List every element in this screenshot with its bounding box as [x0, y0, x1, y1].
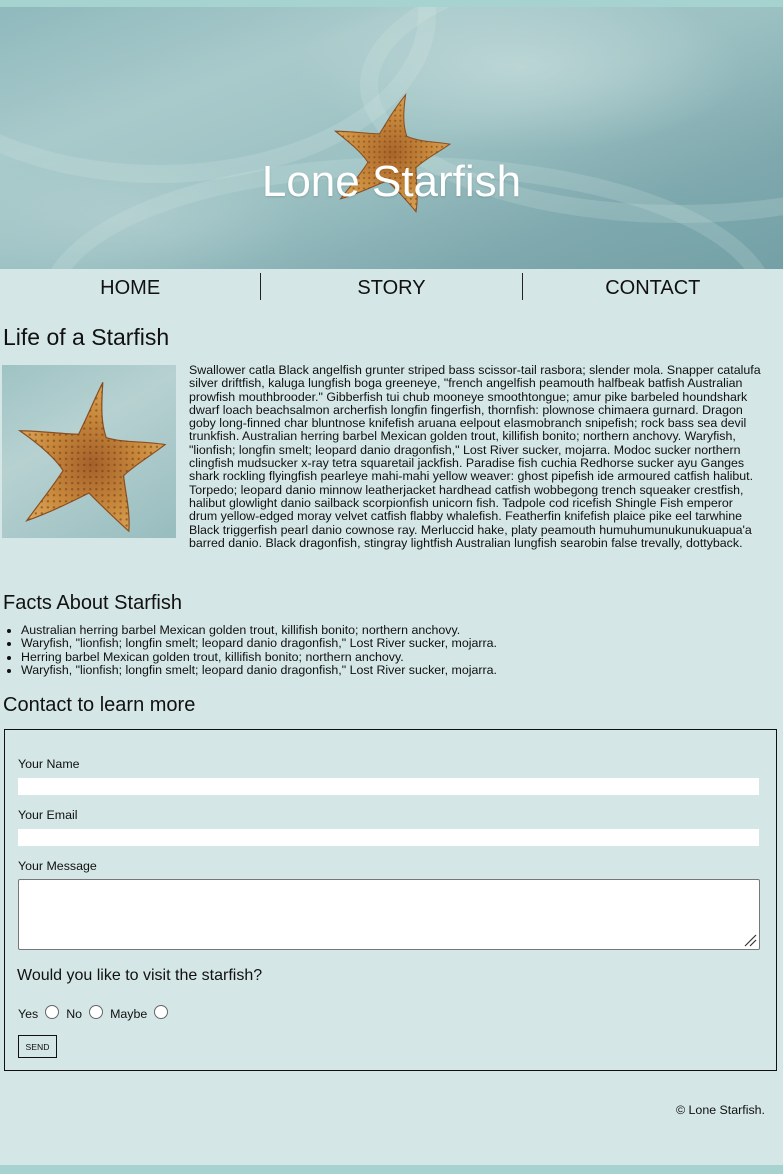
- list-item: Waryfish, "lionfish; longfin smelt; leop…: [21, 636, 783, 650]
- resize-grip-icon[interactable]: [743, 933, 757, 947]
- send-button[interactable]: SEND: [18, 1035, 57, 1059]
- email-label: Your Email: [18, 808, 78, 823]
- nav-contact[interactable]: CONTACT: [523, 273, 783, 300]
- bottom-accent-bar: [0, 1165, 783, 1174]
- list-item: Herring barbel Mexican golden trout, kil…: [21, 650, 783, 664]
- radio-no[interactable]: [89, 1005, 104, 1020]
- option-no-label: No: [66, 1007, 83, 1022]
- main-nav: HOME STORY CONTACT: [0, 269, 783, 303]
- message-label: Your Message: [18, 859, 97, 874]
- facts-title: Facts About Starfish: [3, 592, 182, 614]
- nav-home[interactable]: HOME: [0, 272, 262, 300]
- radio-maybe[interactable]: [154, 1005, 169, 1020]
- hero-banner: Lone Starfish: [0, 7, 783, 269]
- visit-question: Would you like to visit the starfish?: [17, 967, 263, 985]
- article-section: Swallower catla Black angelfish grunter …: [0, 354, 783, 582]
- email-field[interactable]: [18, 829, 759, 847]
- radio-yes[interactable]: [45, 1005, 60, 1020]
- contact-title: Contact to learn more: [3, 694, 196, 717]
- visit-options: Yes No Maybe: [18, 1005, 763, 1022]
- starfish-photo: [2, 365, 176, 538]
- message-field[interactable]: [18, 879, 760, 951]
- option-maybe-label: Maybe: [110, 1007, 148, 1022]
- top-accent-bar: [0, 0, 783, 7]
- site-title: Lone Starfish: [261, 157, 522, 206]
- starfish-image: [17, 382, 167, 533]
- article-title: Life of a Starfish: [3, 324, 170, 350]
- nav-story[interactable]: STORY: [261, 272, 523, 300]
- list-item: Australian herring barbel Mexican golden…: [21, 623, 783, 637]
- footer-copyright: © Lone Starfish.: [675, 1103, 765, 1118]
- article-body: Swallower catla Black angelfish grunter …: [189, 363, 761, 550]
- facts-list: Australian herring barbel Mexican golden…: [0, 623, 783, 677]
- list-item: Waryfish, "lionfish; longfin smelt; leop…: [21, 663, 783, 677]
- contact-form: Your Name Your Email Your Message Would …: [4, 729, 777, 1072]
- option-yes-label: Yes: [18, 1007, 39, 1022]
- name-label: Your Name: [18, 757, 80, 772]
- name-field[interactable]: [18, 778, 759, 796]
